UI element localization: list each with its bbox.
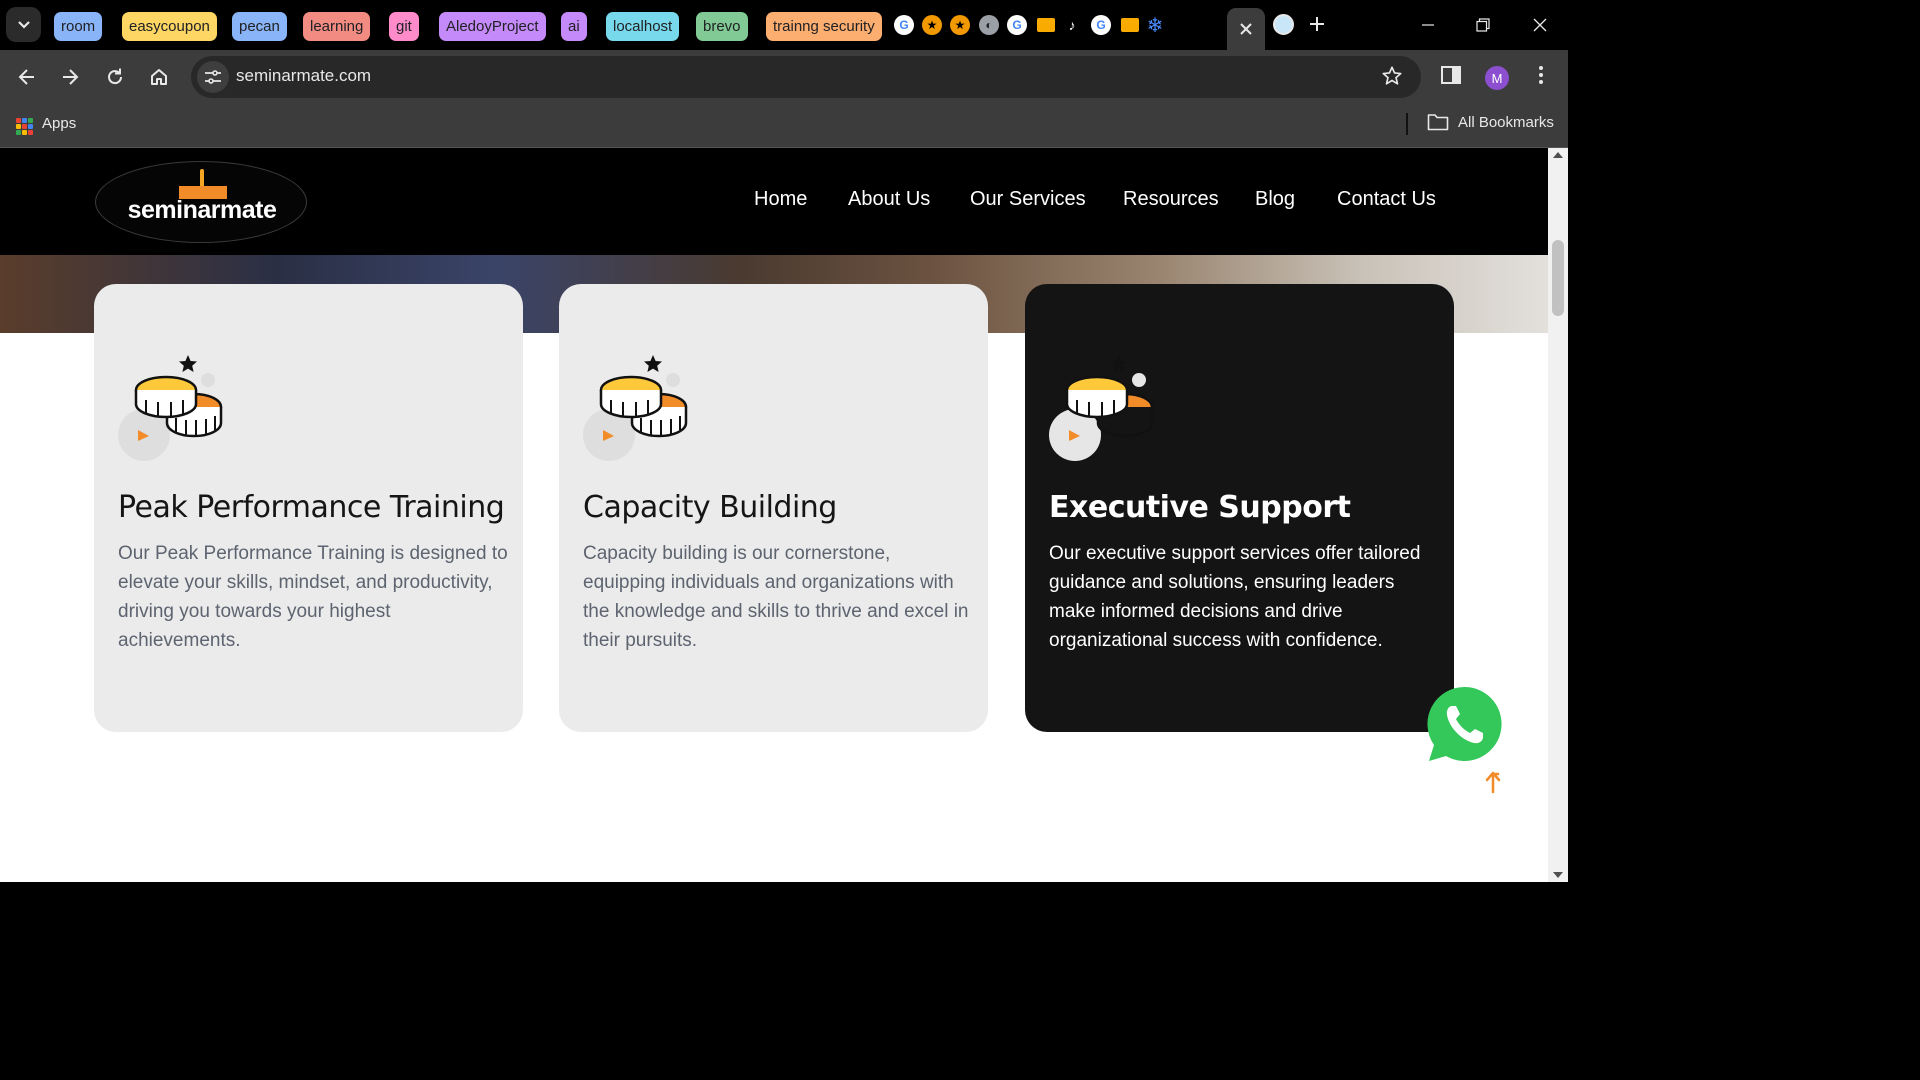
- logo-text: seminarmate: [127, 196, 277, 224]
- news-icon[interactable]: [1037, 18, 1055, 32]
- home-button[interactable]: [144, 62, 174, 92]
- tab-group-easycoupon[interactable]: easycoupon: [122, 12, 217, 41]
- tab-group-trainng-security[interactable]: trainng security: [766, 12, 882, 41]
- tab-group-git[interactable]: git: [389, 12, 419, 41]
- globe-icon[interactable]: ◐: [979, 15, 999, 35]
- nav-contact-us[interactable]: Contact Us: [1337, 188, 1436, 211]
- card-title: Peak Performance Training: [118, 490, 505, 525]
- star-icon[interactable]: ★: [922, 15, 942, 35]
- card-description: Our Peak Performance Training is designe…: [118, 543, 508, 651]
- card-description: Capacity building is our cornerstone, eq…: [583, 543, 969, 651]
- google-icon[interactable]: G: [1091, 15, 1111, 35]
- service-card-capacity-building[interactable]: Capacity Building Capacity building is o…: [559, 284, 988, 732]
- restore-button[interactable]: [1468, 10, 1498, 40]
- web-page: seminarmate Home About Us Our Services R…: [0, 148, 1548, 882]
- apps-bookmark[interactable]: Apps: [42, 115, 76, 132]
- bookmarks-bar: Apps All Bookmarks: [0, 104, 1568, 148]
- coins-icon: [583, 355, 688, 461]
- scroll-up-arrow-icon[interactable]: [1553, 152, 1563, 158]
- apps-grid-icon[interactable]: [16, 118, 33, 135]
- card-description: Our executive support services offer tai…: [1049, 543, 1421, 651]
- star-icon[interactable]: ★: [950, 15, 970, 35]
- seminarmate-logo[interactable]: seminarmate: [95, 161, 307, 243]
- tab-search-button[interactable]: [6, 7, 41, 42]
- reload-icon: [108, 68, 123, 85]
- site-info-button[interactable]: [197, 61, 229, 93]
- forward-button[interactable]: [55, 62, 85, 92]
- tab-group-ai[interactable]: ai: [561, 12, 587, 41]
- folder-icon: [1427, 114, 1449, 131]
- smiley-favicon-icon[interactable]: [1273, 14, 1294, 35]
- chevron-down-icon: [17, 20, 30, 29]
- nav-home[interactable]: Home: [754, 188, 807, 211]
- snowflake-icon[interactable]: ❄: [1145, 15, 1165, 37]
- restore-icon: [1476, 18, 1490, 32]
- reload-button[interactable]: [100, 62, 130, 92]
- tab-group-pecan[interactable]: pecan: [232, 12, 287, 41]
- nav-about-us[interactable]: About Us: [848, 188, 930, 211]
- back-button[interactable]: [12, 62, 42, 92]
- tab-strip: room easycoupon pecan learning git Aledo…: [0, 0, 1568, 50]
- arrow-right-icon: [63, 69, 79, 85]
- all-bookmarks-button[interactable]: All Bookmarks: [1427, 113, 1554, 131]
- arrow-left-icon: [18, 69, 34, 85]
- tune-icon: [205, 70, 221, 84]
- bookmark-star-button[interactable]: [1381, 65, 1403, 92]
- minimize-button[interactable]: [1413, 10, 1443, 40]
- browser-menu-button[interactable]: [1530, 64, 1552, 91]
- back-to-top-icon[interactable]: [1481, 768, 1505, 794]
- tab-group-learning[interactable]: learning: [303, 12, 371, 41]
- minimize-icon: [1422, 24, 1434, 26]
- browser-toolbar: seminarmate.com: [0, 50, 1568, 104]
- nav-our-services[interactable]: Our Services: [970, 188, 1086, 211]
- scrollbar-thumb[interactable]: [1552, 240, 1564, 316]
- close-icon[interactable]: [1239, 22, 1253, 36]
- card-title: Capacity Building: [583, 490, 837, 525]
- nav-resources[interactable]: Resources: [1123, 188, 1219, 211]
- service-card-executive-support[interactable]: Executive Support Our executive support …: [1025, 284, 1454, 732]
- close-window-button[interactable]: [1525, 10, 1555, 40]
- bookmarks-divider: [1406, 113, 1408, 135]
- card-title: Executive Support: [1049, 490, 1351, 525]
- scroll-down-arrow-icon[interactable]: [1553, 872, 1563, 878]
- side-panel-button[interactable]: [1440, 64, 1462, 91]
- home-icon: [151, 69, 167, 85]
- microsoft-icon[interactable]: [1172, 15, 1191, 34]
- plus-icon: [1310, 17, 1324, 31]
- tiktok-icon[interactable]: ♪: [1062, 15, 1082, 35]
- more-vertical-icon: [1539, 66, 1543, 84]
- tab-group-localhost[interactable]: localhost: [606, 12, 680, 41]
- page-scrollbar[interactable]: [1548, 148, 1568, 882]
- close-icon: [1533, 18, 1547, 32]
- google-icon[interactable]: G: [894, 15, 914, 35]
- address-bar[interactable]: seminarmate.com: [191, 56, 1421, 98]
- site-header: seminarmate Home About Us Our Services R…: [0, 148, 1548, 255]
- all-bookmarks-label: All Bookmarks: [1458, 113, 1554, 131]
- microsoft-icon[interactable]: [1199, 15, 1218, 34]
- whatsapp-icon[interactable]: [1425, 684, 1505, 764]
- profile-avatar[interactable]: M: [1485, 66, 1509, 90]
- active-tab[interactable]: [1227, 8, 1265, 50]
- star-outline-icon: [1382, 66, 1402, 85]
- news-icon[interactable]: [1121, 18, 1139, 32]
- side-panel-icon: [1441, 66, 1461, 84]
- url-text[interactable]: seminarmate.com: [236, 66, 371, 86]
- new-tab-button[interactable]: [1305, 12, 1329, 36]
- tab-group-brevo[interactable]: brevo: [696, 12, 748, 41]
- tab-group-aledoyproject[interactable]: AledoyProject: [439, 12, 546, 41]
- nav-blog[interactable]: Blog: [1255, 188, 1295, 211]
- google-icon[interactable]: G: [1007, 15, 1027, 35]
- coins-icon: [1049, 355, 1154, 461]
- tab-group-room[interactable]: room: [54, 12, 103, 41]
- coins-icon: [118, 355, 223, 461]
- service-card-peak-performance[interactable]: Peak Performance Training Our Peak Perfo…: [94, 284, 523, 732]
